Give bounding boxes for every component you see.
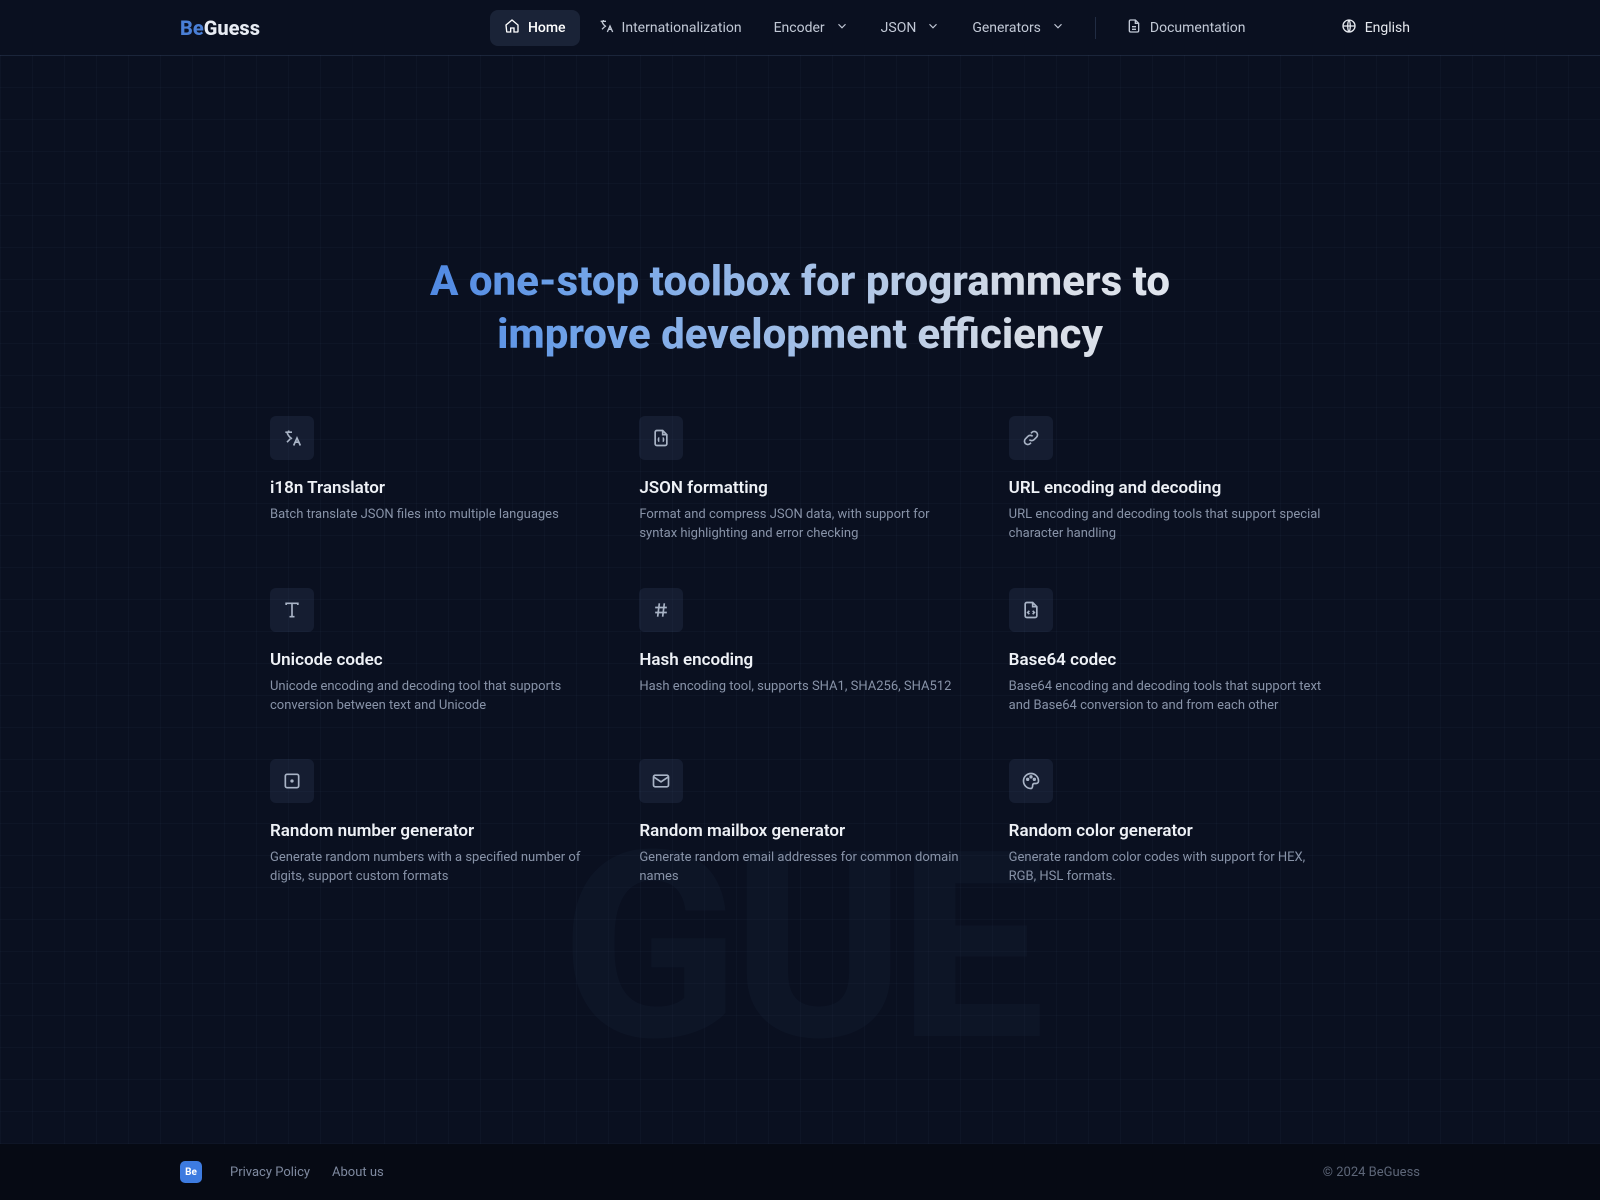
logo-guess: Guess — [204, 16, 260, 40]
nav-encoder-label: Encoder — [774, 20, 825, 36]
tool-title: i18n Translator — [270, 478, 591, 498]
type-icon — [270, 588, 314, 632]
footer-links: Privacy Policy About us — [230, 1165, 384, 1180]
tool-random-color[interactable]: Random color generator Generate random c… — [1009, 759, 1330, 887]
tool-base64-codec[interactable]: Base64 codec Base64 encoding and decodin… — [1009, 588, 1330, 716]
tools-grid: i18n Translator Batch translate JSON fil… — [270, 416, 1330, 887]
hero: A one-stop toolbox for programmers to im… — [0, 56, 1600, 361]
tool-desc: Format and compress JSON data, with supp… — [639, 506, 959, 544]
tool-desc: Generate random numbers with a specified… — [270, 849, 590, 887]
copyright: © 2024 BeGuess — [1323, 1165, 1420, 1180]
tool-i18n-translator[interactable]: i18n Translator Batch translate JSON fil… — [270, 416, 591, 544]
tool-desc: Batch translate JSON files into multiple… — [270, 506, 590, 525]
nav-generators-label: Generators — [972, 20, 1041, 36]
nav-home-label: Home — [528, 20, 566, 36]
header: BeGuess Home Internationalization Encode… — [0, 0, 1600, 56]
mail-icon — [639, 759, 683, 803]
tool-random-number[interactable]: Random number generator Generate random … — [270, 759, 591, 887]
nav-home[interactable]: Home — [490, 10, 580, 46]
language-switch[interactable]: English — [1331, 12, 1420, 44]
chevron-down-icon — [833, 19, 849, 37]
dice-icon — [270, 759, 314, 803]
tool-desc: Generate random email addresses for comm… — [639, 849, 959, 887]
nav-docs[interactable]: Documentation — [1112, 10, 1260, 46]
footer-about-link[interactable]: About us — [332, 1165, 384, 1180]
hero-title: A one-stop toolbox for programmers to im… — [350, 256, 1250, 361]
logo[interactable]: BeGuess — [180, 16, 260, 40]
footer-logo[interactable]: Be — [180, 1161, 202, 1183]
link-icon — [1009, 416, 1053, 460]
tool-title: Random color generator — [1009, 821, 1330, 841]
document-icon — [1126, 18, 1142, 38]
chevron-down-icon — [924, 19, 940, 37]
tool-title: Hash encoding — [639, 650, 960, 670]
nav-separator — [1095, 17, 1096, 39]
nav-json[interactable]: JSON — [867, 11, 955, 45]
translate-icon — [598, 18, 614, 38]
tool-desc: Base64 encoding and decoding tools that … — [1009, 678, 1329, 716]
hash-icon — [639, 588, 683, 632]
tool-desc: Hash encoding tool, supports SHA1, SHA25… — [639, 678, 959, 697]
chevron-down-icon — [1049, 19, 1065, 37]
footer: Be Privacy Policy About us © 2024 BeGues… — [0, 1144, 1600, 1200]
palette-icon — [1009, 759, 1053, 803]
nav-json-label: JSON — [881, 20, 917, 36]
tool-title: Base64 codec — [1009, 650, 1330, 670]
tool-title: Random mailbox generator — [639, 821, 960, 841]
footer-privacy-link[interactable]: Privacy Policy — [230, 1165, 310, 1180]
nav-encoder[interactable]: Encoder — [760, 11, 863, 45]
home-icon — [504, 18, 520, 38]
tool-json-formatting[interactable]: JSON formatting Format and compress JSON… — [639, 416, 960, 544]
file-json-icon — [639, 416, 683, 460]
tool-unicode-codec[interactable]: Unicode codec Unicode encoding and decod… — [270, 588, 591, 716]
tool-desc: Unicode encoding and decoding tool that … — [270, 678, 590, 716]
tool-title: Random number generator — [270, 821, 591, 841]
tool-desc: Generate random color codes with support… — [1009, 849, 1329, 887]
nav-i18n-label: Internationalization — [622, 20, 742, 36]
file-code-icon — [1009, 588, 1053, 632]
main-nav: Home Internationalization Encoder JSON G… — [490, 10, 1260, 46]
nav-docs-label: Documentation — [1150, 20, 1246, 36]
nav-generators[interactable]: Generators — [958, 11, 1079, 45]
language-label: English — [1365, 20, 1410, 36]
tool-hash-encoding[interactable]: Hash encoding Hash encoding tool, suppor… — [639, 588, 960, 716]
globe-icon — [1341, 18, 1357, 38]
nav-i18n[interactable]: Internationalization — [584, 10, 756, 46]
translate-icon — [270, 416, 314, 460]
logo-be: Be — [180, 16, 204, 40]
tool-random-mailbox[interactable]: Random mailbox generator Generate random… — [639, 759, 960, 887]
tool-desc: URL encoding and decoding tools that sup… — [1009, 506, 1329, 544]
tool-title: JSON formatting — [639, 478, 960, 498]
tool-title: Unicode codec — [270, 650, 591, 670]
tool-url-encode[interactable]: URL encoding and decoding URL encoding a… — [1009, 416, 1330, 544]
tool-title: URL encoding and decoding — [1009, 478, 1330, 498]
